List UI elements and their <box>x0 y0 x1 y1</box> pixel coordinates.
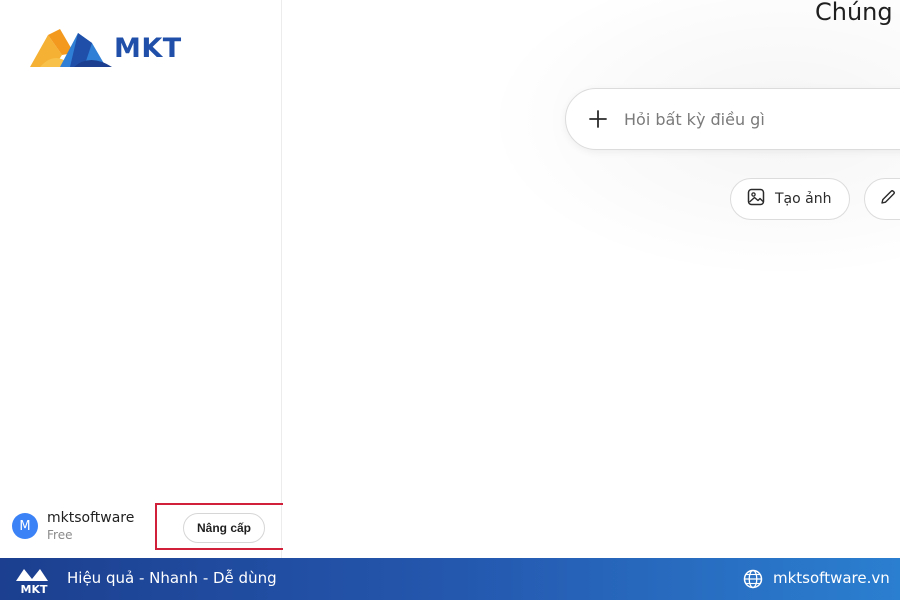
chip-label: Tạo ảnh <box>775 191 832 207</box>
globe-icon <box>743 569 763 589</box>
logo-text: MKT <box>114 32 182 64</box>
page-heading: Chúng <box>815 0 893 26</box>
footer-website[interactable]: mktsoftware.vn <box>773 569 890 587</box>
main-content: Chúng Tạo ảnh <box>283 0 900 558</box>
prompt-composer[interactable] <box>565 88 900 150</box>
upgrade-button[interactable]: Nâng cấp <box>183 513 265 543</box>
create-image-chip[interactable]: Tạo ảnh <box>730 178 850 220</box>
user-name: mktsoftware <box>47 510 135 526</box>
prompt-input[interactable] <box>624 109 900 129</box>
image-icon <box>747 188 765 210</box>
footer-mkt-logo-icon: MKT <box>14 565 54 596</box>
footer-logo-text: MKT <box>21 583 48 595</box>
user-info: mktsoftware Free <box>47 509 134 543</box>
edit-chip[interactable] <box>864 178 900 220</box>
mkt-logo[interactable]: MKT <box>30 26 200 70</box>
sidebar: MKT M mktsoftware Free <box>0 0 287 558</box>
user-plan: Free <box>47 528 73 542</box>
footer-banner: MKT Hiệu quả - Nhanh - Dễ dùng mktsoftwa… <box>0 558 900 600</box>
pencil-icon <box>879 188 897 210</box>
plus-icon[interactable] <box>586 107 610 131</box>
user-profile[interactable]: M mktsoftware Free <box>12 504 152 548</box>
avatar: M <box>12 513 38 539</box>
footer-tagline: Hiệu quả - Nhanh - Dễ dùng <box>67 569 277 587</box>
mkt-logo-mark-icon <box>30 29 112 67</box>
